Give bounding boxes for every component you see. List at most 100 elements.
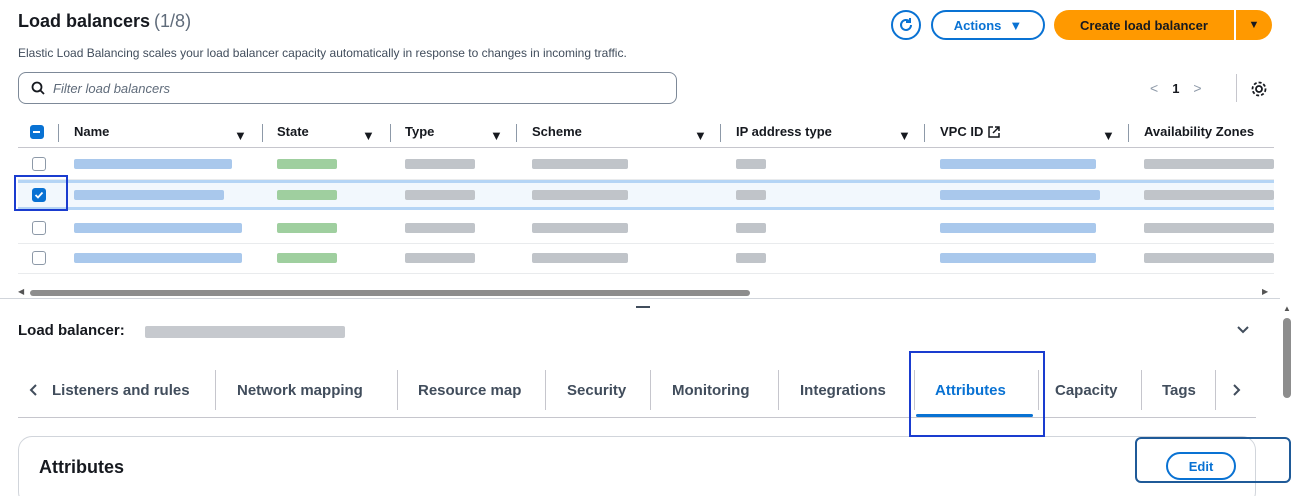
detail-title: Load balancer:	[18, 322, 125, 339]
current-page[interactable]: 1	[1172, 81, 1179, 96]
redacted-vpc-id[interactable]	[940, 253, 1096, 263]
scroll-up-icon[interactable]: ▲	[1283, 304, 1291, 313]
table-row[interactable]	[18, 214, 1274, 244]
active-tab-indicator	[916, 414, 1033, 417]
filter-input[interactable]: Filter load balancers	[18, 72, 677, 104]
redacted-vpc-id[interactable]	[940, 223, 1096, 233]
column-header-availability-zones[interactable]: Availability Zones	[1144, 124, 1254, 139]
redacted-name[interactable]	[74, 190, 224, 200]
column-header-type[interactable]: Type	[405, 124, 434, 139]
next-page-icon[interactable]: >	[1193, 80, 1201, 96]
redacted-ip-type	[736, 159, 766, 169]
column-separator	[516, 124, 517, 142]
attributes-panel: Attributes Edit	[18, 436, 1256, 496]
select-all-checkbox[interactable]	[30, 125, 44, 139]
sort-icon[interactable]: ▼	[1102, 128, 1115, 143]
redacted-name[interactable]	[74, 223, 242, 233]
attributes-heading: Attributes	[39, 457, 124, 477]
column-separator	[390, 124, 391, 142]
table-row[interactable]	[18, 150, 1274, 180]
chevron-right-icon[interactable]	[1232, 383, 1242, 397]
chevron-down-icon[interactable]	[1236, 322, 1250, 336]
column-separator	[1128, 124, 1129, 142]
redacted-zones	[1144, 253, 1274, 263]
page-header: Load balancers (1/8) Actions ▼ Create loa…	[18, 10, 1274, 40]
sort-icon[interactable]: ▼	[694, 128, 707, 143]
prev-page-icon[interactable]: <	[1150, 80, 1158, 96]
tab-security[interactable]: Security	[567, 370, 626, 410]
tab-separator	[914, 370, 915, 410]
actions-button[interactable]: Actions ▼	[931, 10, 1045, 40]
redacted-ip-type	[736, 223, 766, 233]
create-load-balancer-button[interactable]: Create load balancer	[1054, 10, 1234, 40]
tab-tags[interactable]: Tags	[1162, 370, 1196, 410]
tab-integrations[interactable]: Integrations	[800, 370, 886, 410]
redacted-state	[277, 190, 337, 200]
row-checkbox[interactable]	[32, 157, 46, 171]
redacted-zones	[1144, 159, 1274, 169]
horizontal-scrollbar[interactable]: ◀ ▶	[18, 287, 1274, 297]
sort-icon[interactable]: ▼	[362, 128, 375, 143]
redacted-vpc-id[interactable]	[940, 159, 1096, 169]
tab-separator	[778, 370, 779, 410]
redacted-state	[277, 223, 337, 233]
tab-monitoring[interactable]: Monitoring	[672, 370, 749, 410]
redacted-scheme	[532, 223, 628, 233]
chevron-left-icon[interactable]	[28, 383, 38, 397]
tab-separator	[1215, 370, 1216, 410]
redacted-ip-type	[736, 190, 766, 200]
tab-network-mapping[interactable]: Network mapping	[237, 370, 363, 410]
column-header-state[interactable]: State	[277, 124, 309, 139]
pager-divider	[1236, 74, 1237, 102]
redacted-type	[405, 190, 475, 200]
redacted-load-balancer-name	[145, 326, 345, 338]
detail-tabs: Listeners and rules Network mapping Reso…	[18, 370, 1256, 418]
sort-icon[interactable]: ▼	[898, 128, 911, 143]
table-header: Name ▼ State ▼ Type ▼ Scheme ▼ IP addres…	[18, 118, 1274, 148]
tab-listeners-and-rules[interactable]: Listeners and rules	[52, 370, 190, 410]
redacted-vpc-id[interactable]	[940, 190, 1100, 200]
redacted-state	[277, 253, 337, 263]
caret-down-icon: ▼	[1009, 17, 1023, 33]
tab-capacity[interactable]: Capacity	[1055, 370, 1118, 410]
pagination: < 1 >	[1150, 80, 1202, 96]
scrollbar-thumb[interactable]	[30, 290, 750, 296]
table-row-selected[interactable]	[18, 180, 1274, 210]
row-checkbox[interactable]	[32, 251, 46, 265]
redacted-scheme	[532, 253, 628, 263]
redacted-type	[405, 159, 475, 169]
column-header-vpc-id[interactable]: VPC ID	[940, 124, 1001, 139]
tab-attributes[interactable]: Attributes	[935, 370, 1006, 410]
sort-icon[interactable]: ▼	[234, 128, 247, 143]
redacted-type	[405, 223, 475, 233]
column-separator	[58, 124, 59, 142]
redacted-ip-type	[736, 253, 766, 263]
edit-button[interactable]: Edit	[1166, 452, 1236, 480]
tab-separator	[1038, 370, 1039, 410]
tab-separator	[545, 370, 546, 410]
row-checkbox-checked[interactable]	[32, 188, 46, 202]
refresh-button[interactable]	[891, 10, 921, 40]
column-header-ip-address-type[interactable]: IP address type	[736, 124, 832, 139]
external-link-icon	[988, 125, 1001, 138]
page-description: Elastic Load Balancing scales your load …	[18, 46, 627, 60]
vertical-scrollbar[interactable]	[1283, 318, 1291, 398]
sort-icon[interactable]: ▼	[490, 128, 503, 143]
table-row[interactable]	[18, 244, 1274, 274]
tab-resource-map[interactable]: Resource map	[418, 370, 521, 410]
column-separator	[720, 124, 721, 142]
create-dropdown-button[interactable]: ▼	[1236, 10, 1272, 40]
gear-icon[interactable]	[1250, 80, 1268, 98]
redacted-name[interactable]	[74, 253, 242, 263]
checkmark-icon	[34, 191, 44, 199]
redacted-name[interactable]	[74, 159, 232, 169]
refresh-icon	[900, 18, 912, 31]
search-icon	[31, 81, 45, 95]
column-header-name[interactable]: Name	[74, 124, 109, 139]
load-balancers-table: Name ▼ State ▼ Type ▼ Scheme ▼ IP addres…	[18, 118, 1274, 290]
row-checkbox[interactable]	[32, 221, 46, 235]
column-header-scheme[interactable]: Scheme	[532, 124, 582, 139]
scroll-left-icon[interactable]: ◀	[18, 287, 24, 296]
drag-handle-icon[interactable]	[636, 306, 650, 308]
scroll-right-icon[interactable]: ▶	[1262, 287, 1268, 296]
